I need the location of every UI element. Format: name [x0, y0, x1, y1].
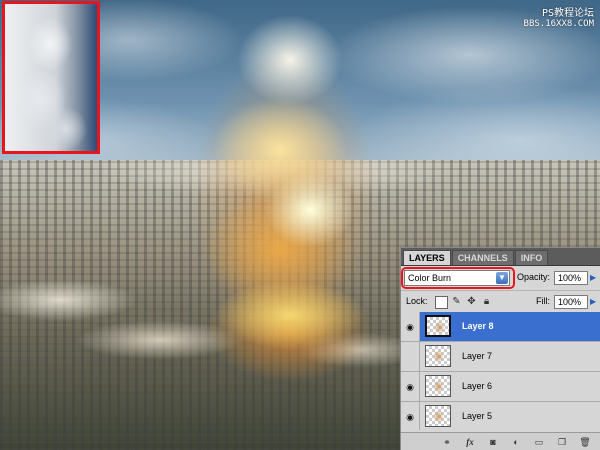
- opacity-arrow-icon[interactable]: ▶: [590, 271, 598, 285]
- explosion-glow: [190, 270, 390, 360]
- layer-thumbnail: [425, 405, 451, 427]
- chevron-down-icon[interactable]: ▼: [496, 272, 508, 284]
- layer-row-layer-6[interactable]: ◉ Layer 6: [401, 372, 600, 402]
- fill-label: Fill:: [536, 296, 550, 306]
- layers-bottom-bar: ⚭ fx ◙ ◐ ▭ ❐ 🗑︎: [401, 432, 600, 450]
- eye-icon: ◉: [406, 382, 414, 392]
- lock-label: Lock:: [406, 296, 428, 306]
- layer-row-layer-8[interactable]: ◉ Layer 8: [401, 312, 600, 342]
- visibility-toggle[interactable]: [401, 342, 420, 371]
- visibility-toggle[interactable]: ◉: [401, 402, 420, 430]
- panel-tab-bar: LAYERS CHANNELS INFO: [401, 248, 600, 266]
- link-icon[interactable]: ⚭: [440, 436, 454, 448]
- layer-thumbnail: [425, 315, 451, 337]
- fill-arrow-icon[interactable]: ▶: [590, 295, 598, 309]
- layer-name: Layer 8: [462, 321, 494, 331]
- group-icon[interactable]: ▭: [532, 436, 546, 448]
- move-icon[interactable]: ✥: [466, 296, 477, 307]
- layer-name: Layer 5: [462, 411, 493, 421]
- opacity-input[interactable]: 100%: [554, 271, 588, 285]
- fx-icon[interactable]: fx: [463, 436, 477, 448]
- layer-list: ◉ Layer 8 Layer 7 ◉ Layer 6 ◉ Layer 5: [401, 312, 600, 430]
- tab-info[interactable]: INFO: [514, 250, 549, 265]
- fill-input[interactable]: 100%: [554, 295, 588, 309]
- brush-icon[interactable]: ✎: [451, 296, 462, 307]
- blend-mode-select[interactable]: Color Burn ▼: [404, 270, 510, 286]
- layer-thumbnail: [425, 345, 451, 367]
- layer-name: Layer 6: [462, 381, 493, 391]
- watermark-title: PS教程论坛: [541, 8, 594, 19]
- layer-name: Layer 7: [462, 351, 493, 361]
- layers-panel: LAYERS CHANNELS INFO Color Burn ▼ Opacit…: [400, 247, 600, 450]
- new-layer-icon[interactable]: ❐: [555, 436, 569, 448]
- visibility-toggle[interactable]: ◉: [401, 312, 420, 341]
- blend-mode-value: Color Burn: [408, 273, 452, 283]
- layer-thumbnail: [425, 375, 451, 397]
- lock-row: Lock: ✎ ✥ 🔒︎ Fill: 100% ▶: [401, 290, 600, 313]
- watermark-url: BBS.16XX8.COM: [523, 19, 594, 29]
- lock-icon[interactable]: 🔒︎: [481, 296, 492, 307]
- mask-icon[interactable]: ◙: [486, 436, 500, 448]
- eye-icon: ◉: [406, 322, 414, 332]
- reference-thumbnail: [2, 1, 100, 154]
- blend-row: Color Burn ▼ Opacity: 100% ▶: [401, 266, 600, 290]
- trash-icon[interactable]: 🗑︎: [578, 436, 592, 448]
- watermark: PS教程论坛 BBS.16XX8.COM: [524, 4, 594, 29]
- layer-row-layer-7[interactable]: Layer 7: [401, 342, 600, 372]
- lock-transparency-icon[interactable]: [435, 296, 448, 309]
- tab-layers[interactable]: LAYERS: [403, 250, 451, 265]
- tab-channels[interactable]: CHANNELS: [451, 250, 514, 265]
- opacity-label: Opacity:: [517, 272, 551, 282]
- adjustment-icon[interactable]: ◐: [509, 436, 523, 448]
- visibility-toggle[interactable]: ◉: [401, 372, 420, 401]
- layer-row-layer-5[interactable]: ◉ Layer 5: [401, 402, 600, 430]
- eye-icon: ◉: [406, 412, 414, 422]
